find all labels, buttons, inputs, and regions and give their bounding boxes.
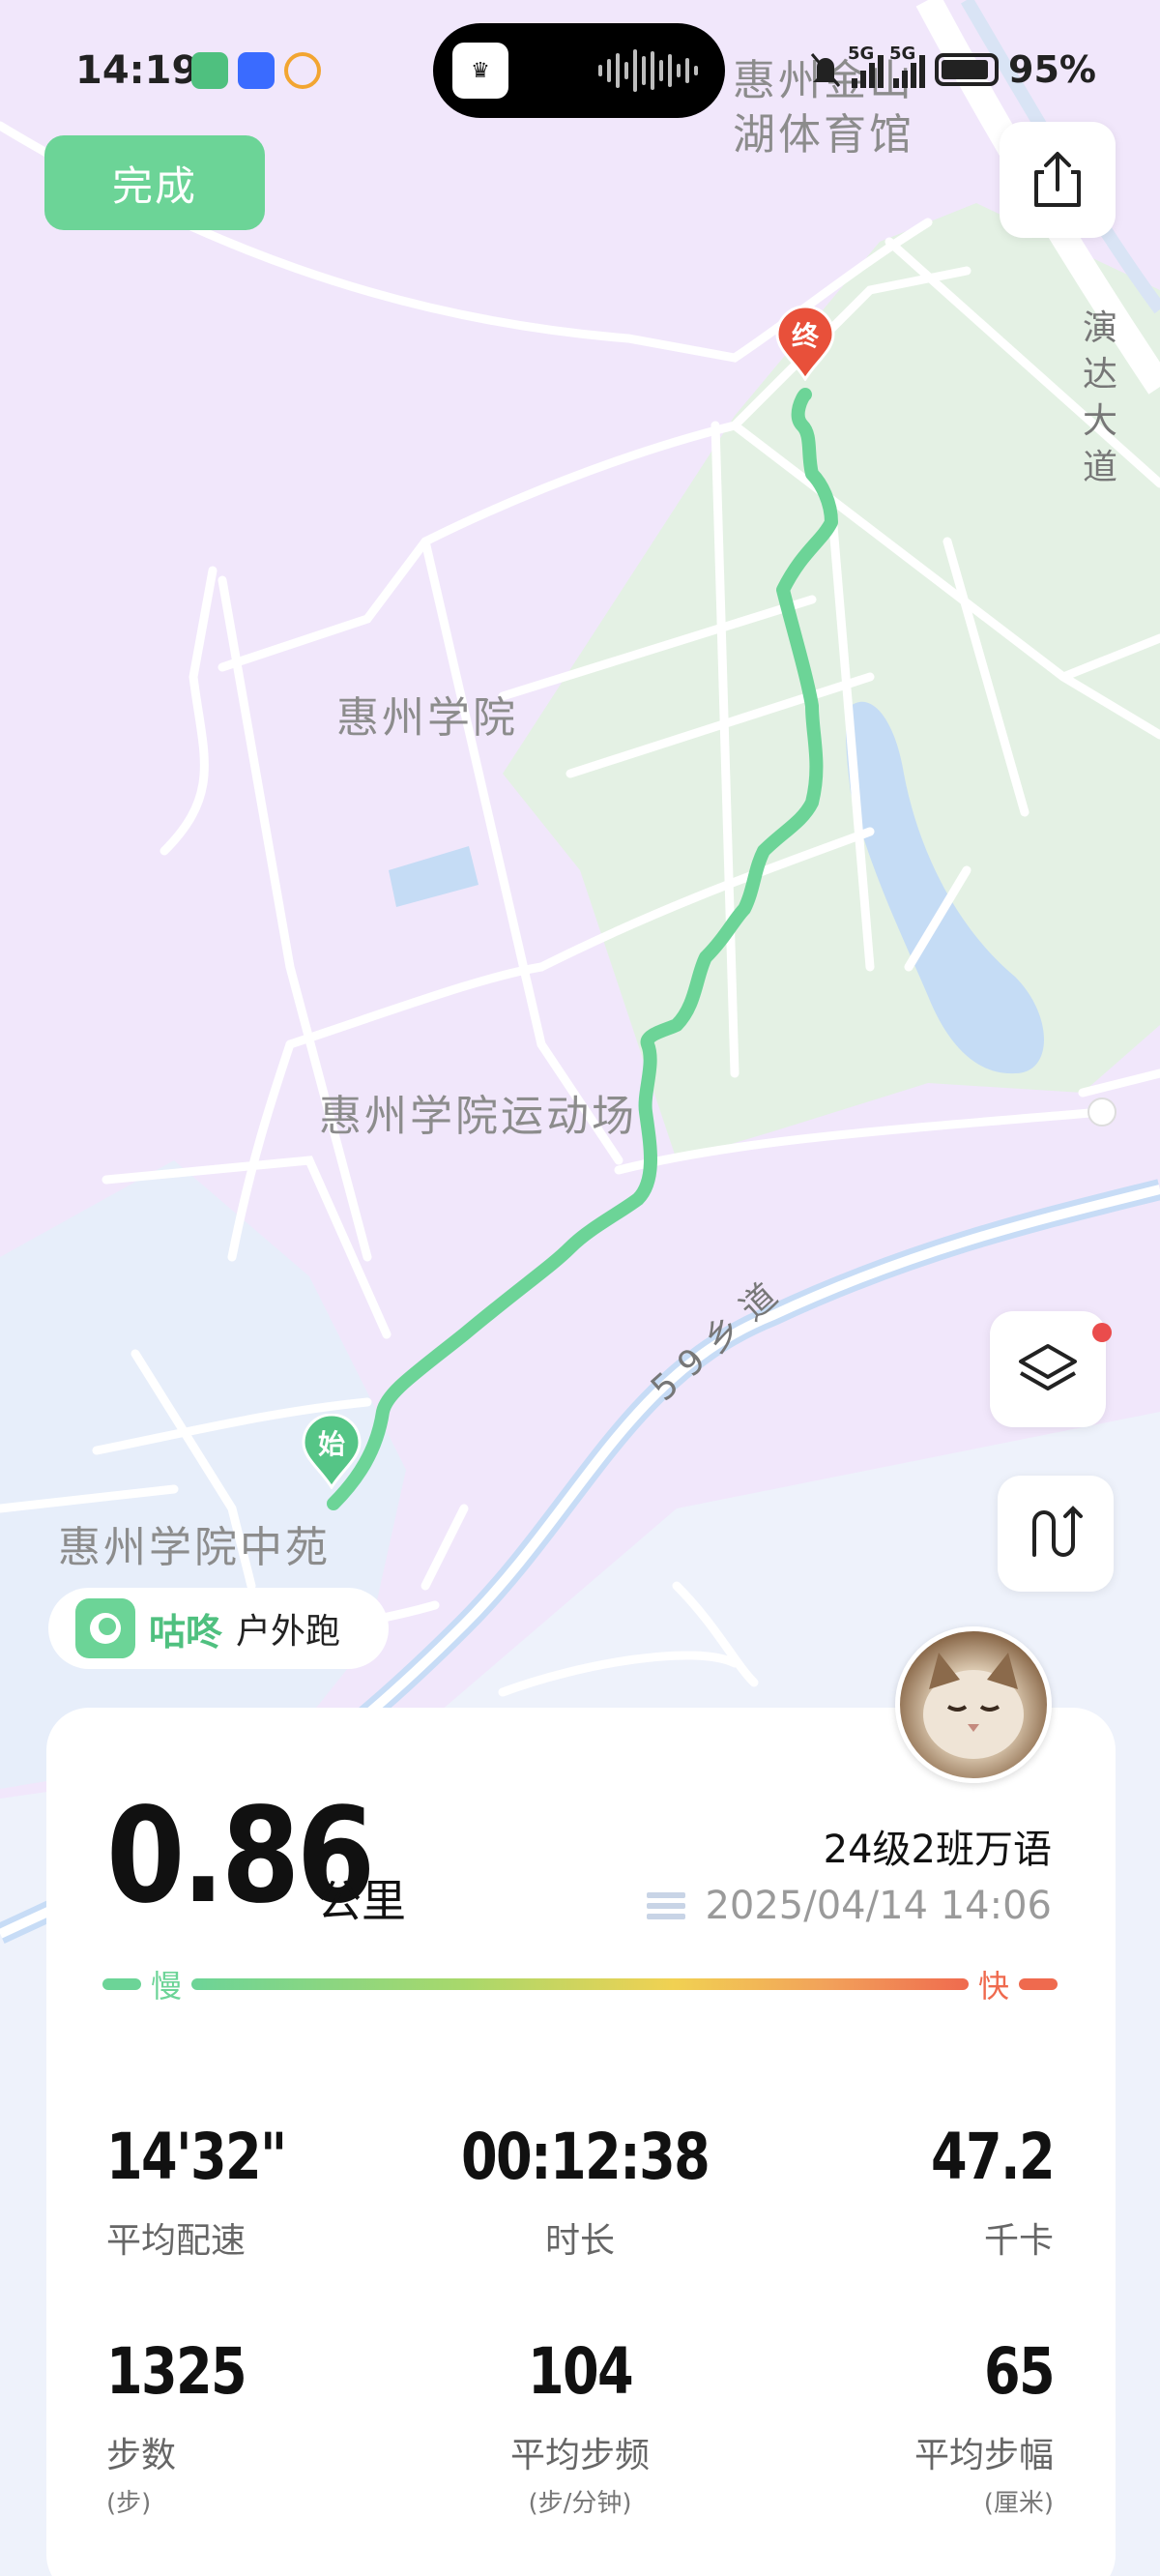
- stat-avg-pace-label: 平均配速: [106, 2221, 246, 2261]
- stat-stride-value: 65: [983, 2334, 1056, 2409]
- route-wave-icon: [1032, 1506, 1083, 1557]
- status-time: 14:19: [75, 48, 199, 93]
- stat-calories-value: 47.2: [931, 2120, 1056, 2194]
- stat-duration-label: 时长: [544, 2221, 615, 2261]
- pace-scale: 慢 快: [102, 1963, 1058, 2005]
- stat-calories: 47.2 千卡: [764, 2120, 1056, 2263]
- start-marker[interactable]: 始: [302, 1414, 362, 1489]
- signal-icon-2: 5G: [889, 44, 926, 88]
- end-marker[interactable]: 终: [775, 306, 835, 381]
- brand-name: 咕咚: [149, 1610, 223, 1654]
- stat-cadence: 104 平均步频 (步/分钟): [435, 2340, 725, 2519]
- stat-duration: 00:12:38 时长: [435, 2125, 725, 2263]
- stat-cadence-label: 平均步频: [509, 2436, 650, 2475]
- distance-unit: 公里: [317, 1875, 406, 1927]
- pace-scale-slow-cap: [102, 1978, 141, 1990]
- notification-dot: [1092, 1323, 1112, 1342]
- stat-cadence-unit: (步/分钟): [528, 2489, 632, 2518]
- layers-icon: [1019, 1344, 1077, 1390]
- signal-icon: 5G: [848, 44, 884, 88]
- route-replay-button[interactable]: [998, 1476, 1114, 1592]
- share-icon: [1034, 152, 1081, 207]
- now-playing-thumb-icon: ♛: [452, 43, 508, 99]
- status-bar: 14:19 ♛ 5G 5G 95%: [0, 0, 1160, 135]
- swirl-app-icon: [284, 52, 321, 89]
- pace-scale-fast-cap: [1019, 1978, 1058, 1990]
- network-label-2: 5G: [889, 44, 916, 64]
- stat-stride-label: 平均步幅: [914, 2436, 1054, 2475]
- user-name: 24级2班万语: [823, 1828, 1052, 1872]
- avatar[interactable]: [895, 1626, 1052, 1783]
- audio-wave-icon: [598, 48, 698, 93]
- stat-stride: 65 平均步幅 (厘米): [764, 2334, 1056, 2519]
- stat-calories-label: 千卡: [983, 2221, 1054, 2261]
- pace-slow-label: 慢: [151, 1968, 183, 2005]
- stat-duration-value: 00:12:38: [461, 2120, 710, 2194]
- stat-steps: 1325 步数 (步): [106, 2340, 396, 2519]
- start-marker-label: 始: [317, 1428, 345, 1460]
- stat-stride-unit: (厘米): [983, 2489, 1054, 2518]
- map-label-garden: 惠州学院中苑: [58, 1523, 331, 1572]
- status-right-cluster: 5G 5G 95%: [809, 44, 1096, 91]
- mute-bell-icon: [810, 53, 841, 87]
- cat-avatar-icon: [923, 1653, 1024, 1759]
- stat-avg-pace-value: 14'32": [106, 2120, 287, 2194]
- share-button[interactable]: [1000, 122, 1116, 238]
- done-button[interactable]: 完成: [44, 135, 265, 230]
- map-label-road-right: 演达大道: [1083, 308, 1121, 487]
- battery-percent: 95%: [1008, 48, 1096, 91]
- network-label-1: 5G: [848, 44, 875, 64]
- stat-steps-label: 步数: [106, 2436, 177, 2475]
- stat-steps-unit: (步): [106, 2489, 152, 2518]
- honor-app-icon: [238, 52, 275, 89]
- gudong-logo-icon: [75, 1598, 135, 1658]
- stat-avg-pace: 14'32" 平均配速: [106, 2125, 396, 2263]
- workout-datetime: 2025/04/14 14:06: [705, 1884, 1052, 1928]
- workout-date: 2025/04/14 14:06: [645, 1884, 1052, 1928]
- end-marker-label: 终: [791, 320, 819, 352]
- map-label-stadium: 惠州学院运动场: [319, 1092, 637, 1141]
- app-gudong-icon: [191, 52, 228, 89]
- sport-type: 户外跑: [236, 1612, 341, 1652]
- map-label-college: 惠州学院: [336, 693, 518, 743]
- records-icon: [647, 1892, 686, 1919]
- pace-fast-label: 快: [977, 1968, 1009, 2005]
- brand-chip: 咕咚 户外跑: [48, 1588, 389, 1669]
- stat-cadence-value: 104: [527, 2334, 634, 2409]
- battery-icon: [935, 53, 1000, 86]
- map-layers-button[interactable]: [990, 1311, 1112, 1427]
- dynamic-island[interactable]: ♛: [433, 23, 725, 118]
- stat-steps-value: 1325: [106, 2334, 247, 2409]
- pace-gradient-bar: [191, 1978, 969, 1990]
